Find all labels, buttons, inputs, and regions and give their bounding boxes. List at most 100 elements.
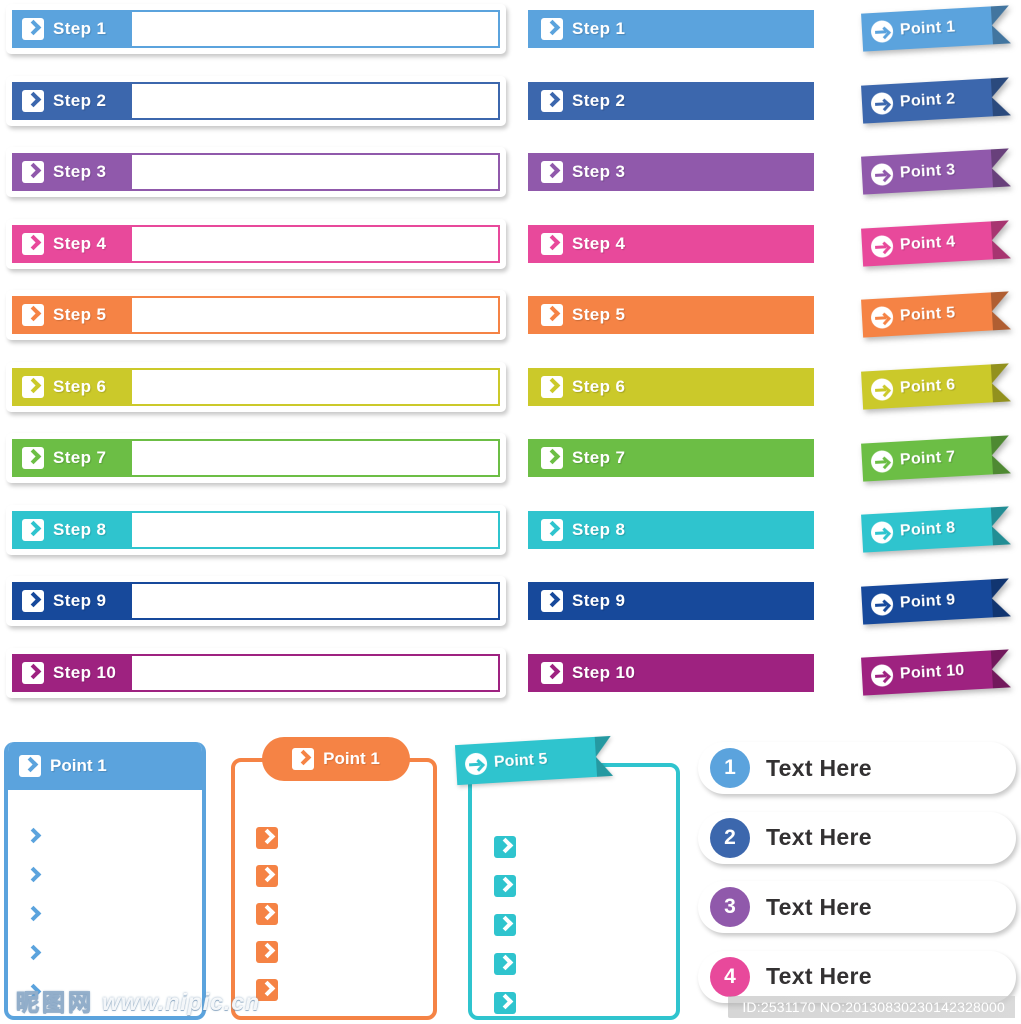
ribbon-fold [594, 735, 614, 777]
point-card-teal[interactable]: Point 5 [454, 735, 680, 1022]
step-text-field[interactable] [130, 367, 500, 406]
step-text-field[interactable] [130, 10, 500, 48]
step-text-field[interactable] [130, 153, 500, 191]
card-title: Point 5 [493, 750, 548, 771]
step-bar-outlined[interactable]: Step 7 [6, 433, 506, 483]
step-bar-solid[interactable]: Step 3 [528, 153, 814, 191]
point-ribbon[interactable]: Point 1 [861, 5, 1011, 52]
point-ribbon-slot: Point 2 [861, 76, 1021, 148]
step-bar-solid[interactable]: Step 2 [528, 81, 814, 120]
point-ribbon[interactable]: Point 4 [861, 220, 1011, 267]
step-bar-solid[interactable]: Step 5 [528, 296, 814, 334]
step-text-field[interactable] [130, 439, 500, 477]
step-label: Step 8 [572, 519, 626, 539]
arrow-right-circle-icon [870, 163, 894, 187]
step-bar-outlined[interactable]: Step 4 [6, 218, 506, 269]
ribbon-fold [990, 363, 1011, 403]
step-bar-solid[interactable]: Step 4 [528, 224, 814, 263]
list-item[interactable] [26, 855, 202, 894]
step-text-field[interactable] [130, 296, 500, 334]
chevron-right-boxed-icon [292, 748, 315, 770]
step-bar-solid[interactable]: Step 6 [528, 367, 814, 406]
card-title: Point 1 [50, 756, 107, 775]
step-text-field[interactable] [130, 582, 500, 620]
step-label: Step 4 [572, 233, 626, 253]
chevron-right-boxed-icon [22, 232, 44, 255]
step-label: Step 7 [53, 448, 107, 467]
list-item[interactable] [26, 894, 202, 933]
list-item[interactable] [256, 857, 433, 895]
step-bar-solid[interactable]: Step 10 [528, 653, 814, 692]
step-label: Step 6 [53, 376, 107, 396]
list-item[interactable]: 2 Text Here [698, 811, 1016, 864]
step-label-block: Step 4 [12, 224, 130, 263]
step-bar-outlined[interactable]: Step 3 [6, 147, 506, 197]
list-item[interactable] [494, 866, 676, 905]
step-label: Step 10 [572, 662, 636, 682]
point-ribbon[interactable]: Point 3 [861, 148, 1011, 195]
step-label: Step 8 [53, 519, 107, 539]
site-watermark-url: www.nipic.cn [102, 989, 261, 1015]
step-label: Step 7 [572, 448, 626, 467]
step-label: Step 4 [53, 233, 107, 253]
list-item[interactable] [494, 905, 676, 944]
list-item[interactable] [494, 944, 676, 983]
step-bar-outlined[interactable]: Step 10 [6, 647, 506, 698]
chevron-right-boxed-icon [541, 590, 563, 612]
step-bar-solid[interactable]: Step 9 [528, 582, 814, 620]
point-card-orange[interactable]: Point 1 [231, 737, 437, 1020]
point-ribbon-slot: Point 8 [861, 505, 1021, 577]
step-bar-outlined[interactable]: Step 1 [6, 4, 506, 54]
step-text-field[interactable] [130, 653, 500, 692]
step-label-block: Step 2 [12, 81, 130, 120]
list-item[interactable] [256, 933, 433, 971]
list-item[interactable]: 1 Text Here [698, 742, 1016, 794]
point-card-blue[interactable]: Point 1 [4, 742, 206, 1020]
step-bar-outlined[interactable]: Step 2 [6, 75, 506, 126]
point-label: Point 5 [899, 304, 956, 325]
step-bar-outlined[interactable]: Step 6 [6, 361, 506, 412]
step-bar-solid[interactable]: Step 7 [528, 439, 814, 477]
point-ribbon-slot: Point 1 [861, 4, 1021, 76]
chevron-right-boxed-icon [22, 304, 44, 326]
step-text-field[interactable] [130, 510, 500, 549]
point-ribbon[interactable]: Point 6 [861, 363, 1011, 410]
list-item[interactable] [494, 827, 676, 866]
chevron-right-icon [26, 867, 42, 883]
point-ribbon-slot: Point 7 [861, 434, 1021, 506]
point-ribbon[interactable]: Point 7 [861, 434, 1011, 482]
chevron-right-boxed-icon [494, 952, 516, 975]
numbered-text-list: 1 Text Here 2 Text Here 3 Text Here 4 Text Here [698, 742, 1016, 1020]
list-item[interactable] [256, 971, 433, 1009]
point-ribbon[interactable]: Point 8 [861, 506, 1011, 553]
point-ribbon[interactable]: Point 9 [861, 578, 1011, 625]
ribbon-fold [990, 506, 1011, 546]
list-item[interactable]: 4 Text Here [698, 950, 1016, 1003]
item-label: Text Here [766, 754, 872, 781]
chevron-right-boxed-icon [494, 874, 516, 897]
step-text-field[interactable] [130, 224, 500, 263]
list-item[interactable] [256, 819, 433, 857]
list-item[interactable] [494, 983, 676, 1022]
arrow-right-circle-icon [870, 449, 894, 473]
chevron-right-boxed-icon [541, 232, 563, 255]
point-ribbon[interactable]: Point 5 [861, 291, 1011, 338]
point-ribbon[interactable]: Point 2 [861, 76, 1011, 124]
step-bar-solid[interactable]: Step 8 [528, 510, 814, 549]
step-label: Step 2 [572, 90, 626, 110]
step-bar-solid[interactable]: Step 1 [528, 10, 814, 48]
point-ribbon-slot: Point 6 [861, 362, 1021, 434]
list-item[interactable] [256, 895, 433, 933]
list-item[interactable]: 3 Text Here [698, 881, 1016, 933]
step-bar-outlined[interactable]: Step 5 [6, 290, 506, 340]
chevron-right-boxed-icon [22, 161, 44, 183]
point-label: Point 10 [899, 662, 966, 683]
list-item[interactable] [26, 933, 202, 972]
point-ribbon[interactable]: Point 10 [861, 649, 1011, 696]
list-item[interactable] [26, 816, 202, 855]
chevron-right-boxed-icon [494, 991, 516, 1014]
step-bar-outlined[interactable]: Step 8 [6, 504, 506, 555]
step-text-field[interactable] [130, 81, 500, 120]
step-bar-outlined[interactable]: Step 9 [6, 576, 506, 626]
chevron-right-boxed-icon [256, 827, 278, 849]
